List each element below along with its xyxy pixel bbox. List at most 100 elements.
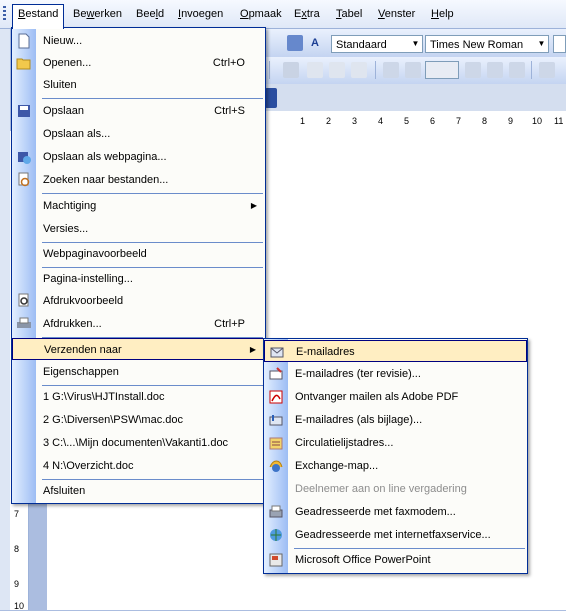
menu-item-afdrukvoorbeeld[interactable]: Afdrukvoorbeeld [12,290,265,312]
submenu-item-faxmodem[interactable]: Geadresseerde met faxmodem... [264,501,527,523]
submenu-item-emailadres-revisie[interactable]: E-mailadres (ter revisie)... [264,363,527,385]
compare-icon[interactable] [329,62,345,78]
font-size-dropdown[interactable] [553,35,566,53]
record-number-input[interactable] [425,61,459,79]
internet-fax-icon [270,529,282,541]
menu-item-label: E-mailadres (ter revisie)... [295,368,421,380]
menu-item-versies[interactable]: Versies... [12,218,265,240]
submenu-item-adobe-pdf[interactable]: Ontvanger mailen als Adobe PDF [264,386,527,408]
ruler-number: 10 [532,116,543,126]
submenu-item-emailadres-bijlage[interactable]: E-mailadres (als bijlage)... [264,409,527,431]
menu-item-label: Microsoft Office PowerPoint [295,554,431,566]
toolbar-options-icon[interactable] [287,35,303,51]
next-record-icon[interactable] [465,62,481,78]
menu-item-label: Zoeken naar bestanden... [43,174,169,186]
menu-item-afdrukken[interactable]: Afdrukken... Ctrl+P [12,313,265,335]
track-changes-icon[interactable] [351,62,367,78]
merge-icon[interactable] [509,62,525,78]
font-dropdown-value: Times New Roman [430,39,524,51]
font-dropdown[interactable]: Times New Roman ▼ [425,35,549,53]
menu-item-webpaginavoorbeeld[interactable]: Webpaginavoorbeeld [12,243,265,265]
menu-item-recent-2[interactable]: 2 G:\Diversen\PSW\mac.doc [12,409,265,431]
last-record-icon[interactable] [487,62,503,78]
menu-item-label: Sluiten [43,79,77,91]
submenu-item-emailadres[interactable]: E-mailadres [264,340,527,362]
menu-item-label: Deelnemer aan on line vergadering [295,483,467,495]
ruler-number: 4 [378,116,384,126]
menu-bestand[interactable]: Bestand [12,4,65,29]
menu-item-machtiging[interactable]: Machtiging ▶ [12,195,265,217]
menu-bewerken[interactable]: Bewerken [68,5,127,23]
file-menu: Nieuw... Openen... Ctrl+O Sluiten Opslaa… [11,27,266,504]
menu-item-label: 4 N:\Overzicht.doc [43,460,134,472]
ruler-number: 11 [554,116,564,126]
toolbar-row-3 [265,84,566,111]
chevron-down-icon[interactable]: ▼ [409,36,422,52]
menu-item-label: Eigenschappen [43,366,119,378]
menu-item-sluiten[interactable]: Sluiten [12,74,265,96]
menu-item-opslaan-webpagina[interactable]: Opslaan als webpagina... [12,146,265,168]
menu-item-label: Openen... [43,57,92,69]
submenu-item-online-vergadering[interactable]: Deelnemer aan on line vergadering [264,478,527,500]
menu-item-pagina-instelling[interactable]: Pagina-instelling... [12,268,265,290]
submenu-item-exchange-map[interactable]: Exchange-map... [264,455,527,477]
ruler-number: 2 [326,116,332,126]
menu-item-opslaan-als[interactable]: Opslaan als... [12,123,265,145]
menu-item-recent-1[interactable]: 1 G:\Virus\HJTInstall.doc [12,386,265,408]
ruler-number: 7 [456,116,462,126]
menu-venster[interactable]: Venster [373,5,420,23]
chevron-down-icon[interactable]: ▼ [535,36,548,52]
menu-tabel[interactable]: Tabel [331,5,367,23]
menu-item-openen[interactable]: Openen... Ctrl+O [12,52,265,74]
left-toolbar-strip [0,28,10,610]
ruler-number: 8 [14,544,20,554]
menu-opmaak[interactable]: Opmaak [235,5,287,23]
standard-toolbar [265,57,566,85]
spelling-icon[interactable] [283,62,299,78]
style-dropdown-value: Standaard [336,39,387,51]
menu-item-opslaan[interactable]: Opslaan Ctrl+S [12,100,265,122]
menu-item-label: Afsluiten [43,485,86,497]
new-document-icon [18,33,30,49]
menu-item-recent-3[interactable]: 3 C:\...\Mijn documenten\Vakanti1.doc [12,432,265,454]
menu-item-label: Nieuw... [43,35,83,47]
menu-item-label: Opslaan [43,105,84,117]
menu-item-label: Webpaginavoorbeeld [43,248,147,260]
submenu-item-circulatielijst[interactable]: Circulatielijstadres... [264,432,527,454]
menu-item-label: E-mailadres [296,346,355,358]
menu-invoegen[interactable]: Invoegen [173,5,228,23]
printer-icon [17,317,31,328]
document-icon[interactable] [307,62,323,78]
menu-beeld[interactable]: Beeld [131,5,169,23]
previous-record-icon[interactable] [405,62,421,78]
submenu-item-internetfax[interactable]: Geadresseerde met internetfaxservice... [264,524,527,546]
menu-item-shortcut: Ctrl+O [212,57,245,69]
menubar-grip-handle[interactable] [3,6,6,22]
exchange-folder-icon [269,460,283,472]
first-record-icon[interactable] [383,62,399,78]
submenu-item-powerpoint[interactable]: Microsoft Office PowerPoint [264,549,527,571]
toolbar-separator [269,61,270,79]
menu-item-label: Afdrukvoorbeeld [43,295,124,307]
menu-item-zoeken[interactable]: Zoeken naar bestanden... [12,169,265,191]
style-dropdown[interactable]: Standaard ▼ [331,35,423,53]
routing-slip-icon [269,437,283,450]
menu-item-recent-4[interactable]: 4 N:\Overzicht.doc [12,455,265,477]
mail-attachment-icon [269,415,283,426]
menu-item-label: 3 C:\...\Mijn documenten\Vakanti1.doc [43,437,229,449]
menu-help[interactable]: Help [426,5,459,23]
menu-separator [42,193,263,194]
menu-item-verzenden-naar[interactable]: Verzenden naar ▶ [12,338,265,360]
menu-item-eigenschappen[interactable]: Eigenschappen [12,361,265,383]
ruler-number: 9 [14,579,20,589]
toolbar-options-icon[interactable] [265,88,277,108]
menu-item-label: 2 G:\Diversen\PSW\mac.doc [43,414,183,426]
styles-formatting-icon[interactable]: A [311,35,327,51]
menu-item-nieuw[interactable]: Nieuw... [12,30,265,52]
merge-printer-icon[interactable] [539,62,555,78]
menu-item-afsluiten[interactable]: Afsluiten [12,480,265,502]
menu-item-label: Circulatielijstadres... [295,437,394,449]
menu-extra[interactable]: Extra [289,5,325,23]
open-folder-icon [16,58,31,70]
ruler-number: 3 [352,116,358,126]
